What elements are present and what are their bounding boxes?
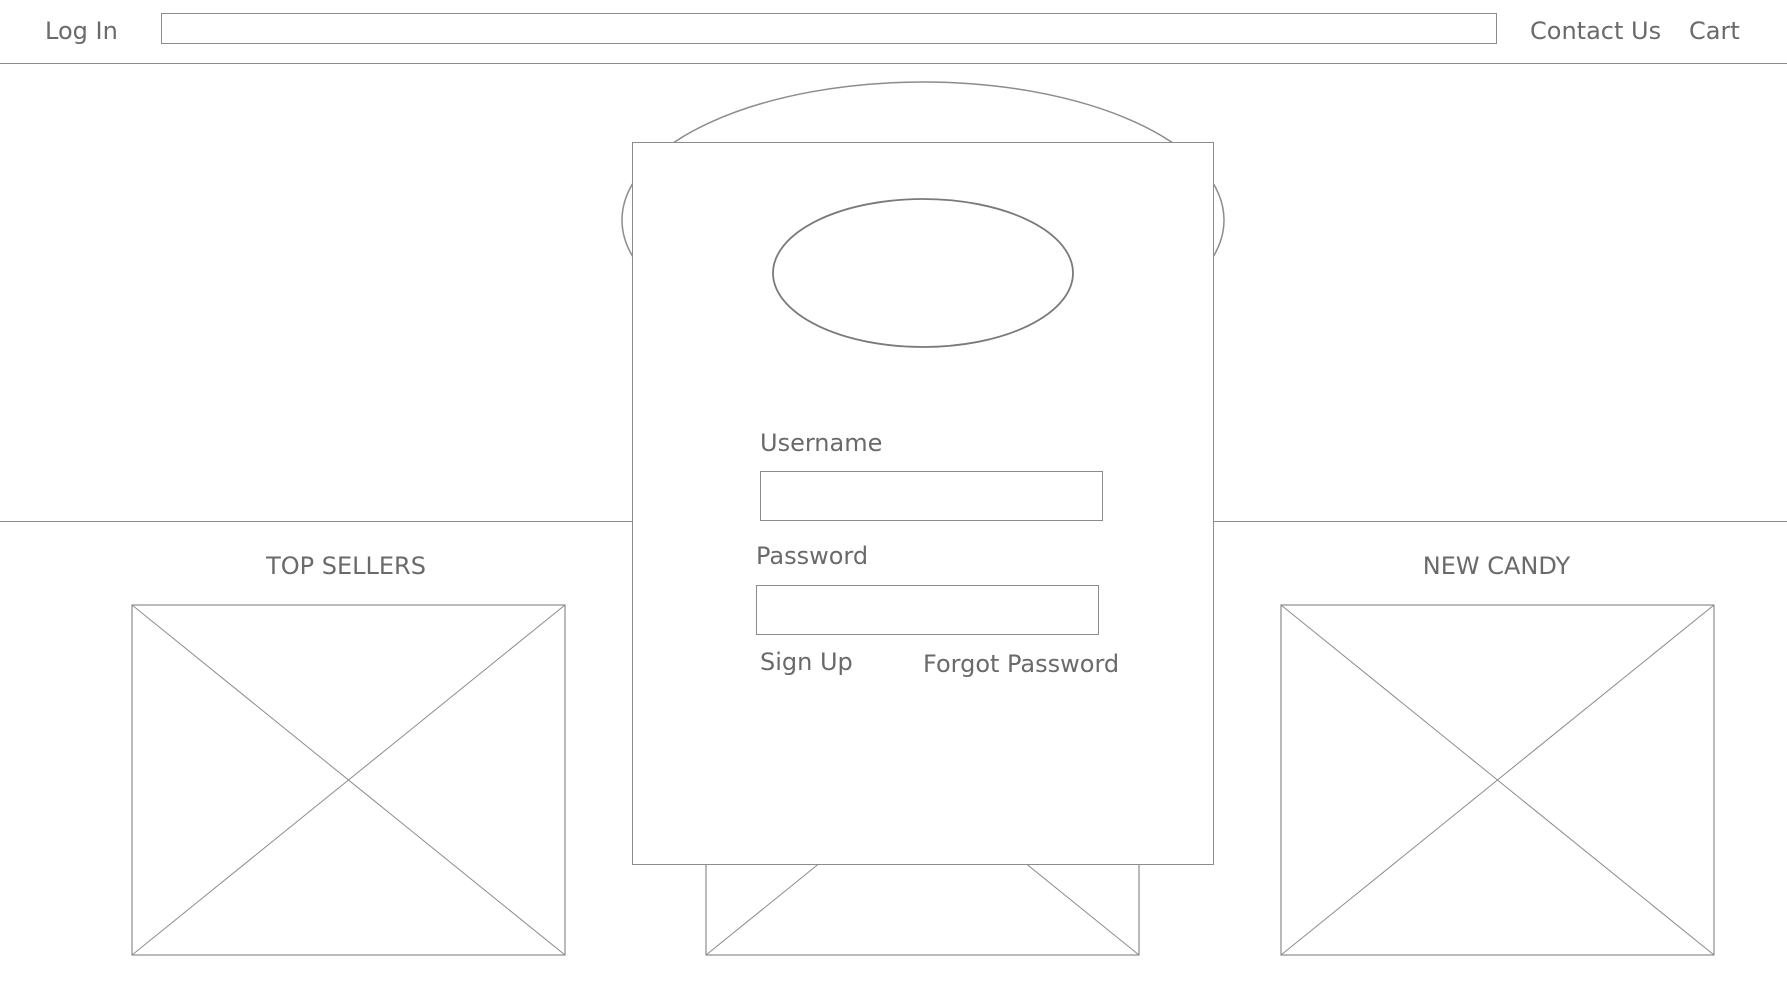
image-placeholder-icon [131,604,566,956]
password-input[interactable] [756,585,1099,635]
section-title-new-candy: NEW CANDY [1422,552,1571,580]
login-link[interactable]: Log In [45,19,118,43]
cart-link[interactable]: Cart [1689,19,1740,43]
image-placeholder-icon [1280,604,1715,956]
username-input[interactable] [760,471,1103,521]
search-input[interactable] [161,13,1497,44]
section-title-top-sellers: TOP SELLERS [266,552,426,580]
sign-up-link[interactable]: Sign Up [760,650,853,674]
contact-us-link[interactable]: Contact Us [1530,19,1661,43]
forgot-password-link[interactable]: Forgot Password [923,652,1119,676]
password-label: Password [756,542,869,570]
username-label: Username [760,429,883,457]
header-divider [0,63,1787,64]
